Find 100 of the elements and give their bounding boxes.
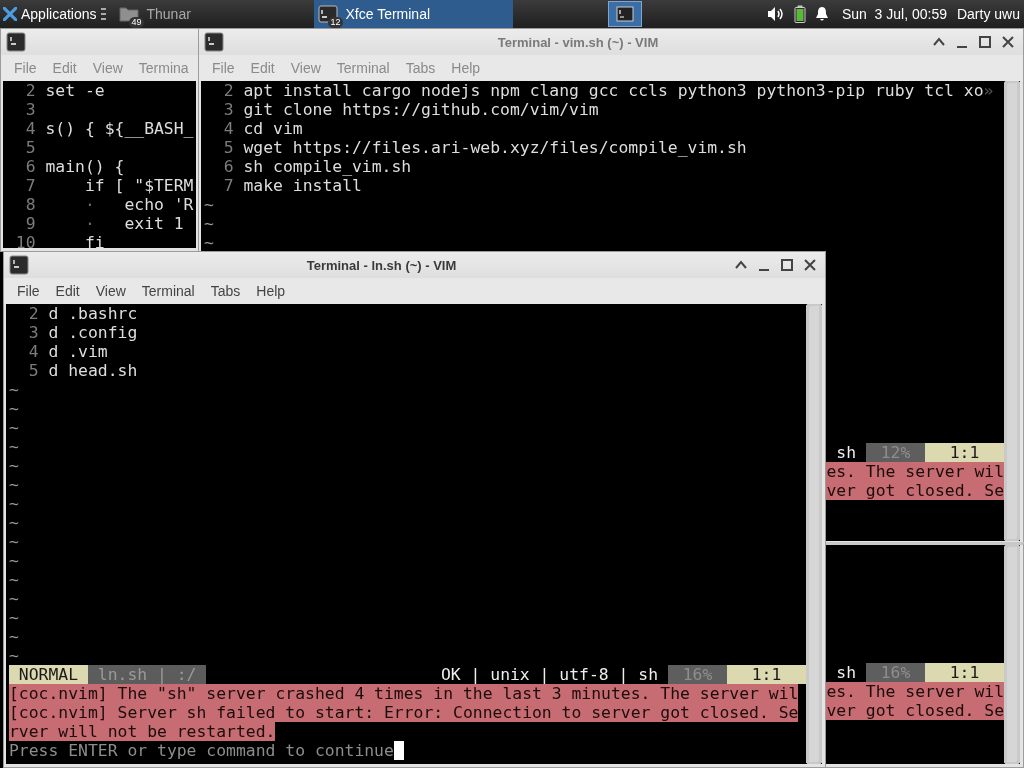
line-number: 2 xyxy=(24,81,36,100)
empty-line-marker: ~ xyxy=(9,380,19,399)
maximize-icon[interactable] xyxy=(978,35,992,49)
user-name[interactable]: Darty uwu xyxy=(956,6,1020,22)
code-line: d head.sh xyxy=(48,361,138,380)
terminal-icon xyxy=(317,5,338,23)
code-line: exit 1 xyxy=(124,214,184,233)
code-line: echo 'R xyxy=(124,195,194,214)
line-number: 3 xyxy=(222,100,234,119)
empty-line-marker: ~ xyxy=(9,399,19,418)
file-name: ln.sh | :/ xyxy=(87,665,207,684)
code-line: wget https://files.ari-web.xyz/files/compile_vim.sh xyxy=(243,138,747,157)
line-number: 5 xyxy=(27,361,39,380)
terminal-icon xyxy=(204,32,224,52)
maximize-icon[interactable] xyxy=(780,258,794,272)
task-label: Xfce Terminal xyxy=(345,6,431,22)
line-number: 4 xyxy=(24,119,36,138)
terminal-icon xyxy=(6,32,26,52)
line-number: 5 xyxy=(222,138,234,157)
empty-line-marker: ~ xyxy=(9,494,19,513)
window-title: Terminal - ln.sh (~) - VIM xyxy=(305,257,458,273)
line-number: 2 xyxy=(27,304,39,323)
menu-item[interactable]: File xyxy=(9,283,48,299)
text-cursor xyxy=(393,741,404,760)
mode-indicator: NORMAL xyxy=(9,665,88,684)
line-number: 6 xyxy=(222,157,234,176)
taskbar-button[interactable]: 49 Thunar xyxy=(114,0,314,28)
volume-icon[interactable] xyxy=(766,6,785,22)
line-number: 6 xyxy=(24,157,36,176)
empty-line-marker: ~ xyxy=(9,570,19,589)
file-info: sh xyxy=(835,663,858,682)
empty-line-marker: ~ xyxy=(204,214,214,233)
applications-menu[interactable]: Applications xyxy=(0,0,101,28)
notification-bell-icon[interactable] xyxy=(814,6,829,22)
file-info: OK | unix | utf-8 | sh xyxy=(439,665,660,684)
line-number: 7 xyxy=(24,176,36,195)
folder-icon xyxy=(118,5,139,23)
handle-icon xyxy=(100,7,106,21)
error-message: es. The server wil xyxy=(826,462,1004,481)
empty-line-marker: ~ xyxy=(9,532,19,551)
close-icon[interactable] xyxy=(803,258,817,272)
empty-line-marker: ~ xyxy=(9,437,19,456)
menu-item[interactable]: Tabs xyxy=(202,283,249,299)
indent-guide: · xyxy=(84,195,95,214)
terminal-icon xyxy=(615,6,634,22)
menu-item[interactable]: Terminal xyxy=(133,283,203,299)
code-line: d .bashrc xyxy=(48,304,138,323)
clock[interactable]: Sun 3 Jul, 00:59 xyxy=(841,6,947,22)
close-icon[interactable] xyxy=(1001,35,1015,49)
overflow-marker: » xyxy=(983,81,994,100)
indent-guide: · xyxy=(84,214,95,233)
menu-item[interactable]: Edit xyxy=(47,283,88,299)
empty-line-marker: ~ xyxy=(9,418,19,437)
code-line: cd vim xyxy=(243,119,303,138)
code-line: sh compile_vim.sh xyxy=(243,157,412,176)
line-number: 5 xyxy=(24,138,36,157)
scrollbar[interactable] xyxy=(806,304,822,764)
count-badge: 12 xyxy=(328,17,343,28)
empty-line-marker: ~ xyxy=(9,551,19,570)
empty-line-marker: ~ xyxy=(9,475,19,494)
command-prompt: Press ENTER or type command to continue xyxy=(9,741,394,760)
error-message: ver got closed. Se xyxy=(826,701,1004,720)
code-line: main() { xyxy=(45,157,125,176)
line-number: 4 xyxy=(222,119,234,138)
x-logo-icon xyxy=(3,7,17,21)
taskbar-button[interactable]: 12 Xfce Terminal xyxy=(313,0,513,28)
code-line: fi xyxy=(83,233,105,252)
scrollbar[interactable] xyxy=(1004,81,1020,541)
line-number: 10 xyxy=(14,233,36,252)
error-message: es. The server wil xyxy=(826,682,1004,701)
empty-line-marker: ~ xyxy=(9,589,19,608)
line-number: 7 xyxy=(222,176,234,195)
empty-line-marker: ~ xyxy=(204,233,214,252)
cursor-position: 1:1 xyxy=(925,443,1004,462)
empty-line-marker: ~ xyxy=(9,513,19,532)
line-number: 2 xyxy=(222,81,234,100)
empty-line-marker: ~ xyxy=(9,608,19,627)
code-line: d .config xyxy=(48,323,138,342)
error-message: [coc.nvim] Server sh failed to start: Error: Connection to server got closed. Se xyxy=(9,703,799,722)
menu-item[interactable]: View xyxy=(87,283,134,299)
menu-item[interactable]: Help xyxy=(248,283,294,299)
line-number: 8 xyxy=(24,195,36,214)
code-line: apt install cargo nodejs npm clang gcc ccls python3 python3-pip ruby tcl xo xyxy=(243,81,984,100)
battery-icon[interactable] xyxy=(793,5,806,23)
code-line: git clone https://github.com/vim/vim xyxy=(243,100,599,119)
code-line: d .vim xyxy=(48,342,108,361)
workspace-pager[interactable] xyxy=(607,1,642,27)
line-number: 4 xyxy=(27,342,39,361)
cursor-position: 1:1 xyxy=(925,663,1004,682)
line-number: 3 xyxy=(24,100,36,119)
code-line: if [ "$TERM xyxy=(83,176,194,195)
scrollbar[interactable] xyxy=(1004,545,1020,764)
line-number: 9 xyxy=(24,214,36,233)
error-message: [coc.nvim] The "sh" server crashed 4 times in the last 3 minutes. The server wil xyxy=(9,684,799,703)
terminal-icon xyxy=(9,255,29,275)
code-line: make install xyxy=(243,176,362,195)
window-title: Terminal - vim.sh (~) - VIM xyxy=(496,34,660,50)
file-info: sh xyxy=(835,443,858,462)
code-line: set -e xyxy=(45,81,105,100)
cursor-position: 1:1 xyxy=(727,665,806,684)
